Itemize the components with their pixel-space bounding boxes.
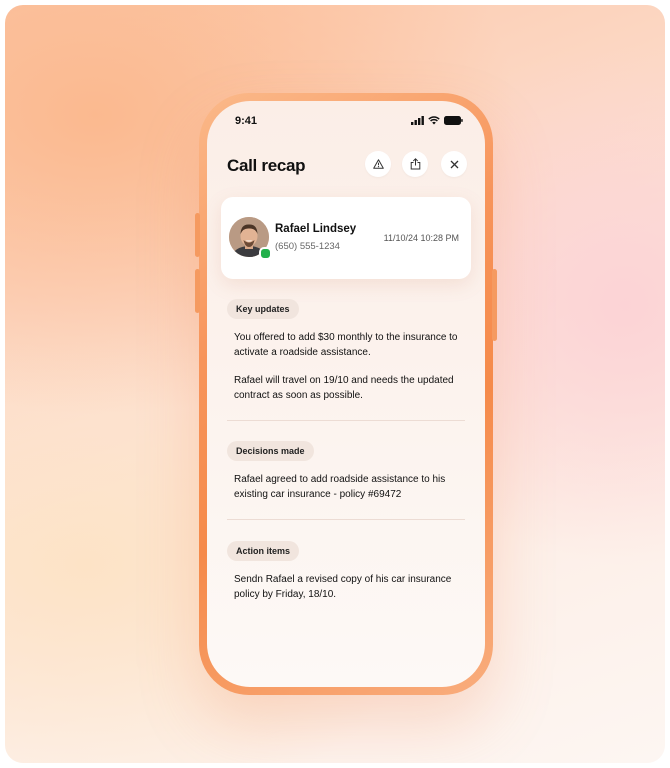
divider <box>227 420 465 421</box>
share-icon <box>410 158 420 170</box>
section-label-action-items: Action items <box>227 541 300 561</box>
section-text: Sendn Rafael a revised copy of his car i… <box>234 574 452 600</box>
status-icons <box>411 116 463 125</box>
battery-icon <box>444 116 463 125</box>
status-time: 9:41 <box>235 115 258 127</box>
contact-phone: (650) 555-1234 <box>275 241 340 252</box>
contact-card[interactable]: Rafael Lindsey (650) 555-1234 11/10/24 1… <box>221 197 471 279</box>
contact-name: Rafael Lindsey <box>275 223 357 235</box>
phone-screen: 9:41 Call recap Rafael Lindsey (650) 555… <box>207 101 485 687</box>
close-button[interactable] <box>441 151 467 177</box>
online-status-dot <box>259 247 272 260</box>
divider <box>227 519 465 520</box>
close-icon <box>450 160 458 168</box>
page-title: Call recap <box>227 156 306 175</box>
section-text: Rafael will travel on 19/10 and needs th… <box>234 375 454 401</box>
wifi-icon <box>428 116 440 125</box>
phone-frame: 9:41 Call recap Rafael Lindsey (650) 555… <box>195 93 497 695</box>
section-text: Rafael agreed to add roadside assistance… <box>234 474 446 500</box>
section-label-key-updates: Key updates <box>227 299 299 319</box>
share-button[interactable] <box>402 151 428 177</box>
section-label-decisions-made: Decisions made <box>227 441 314 461</box>
call-datetime: 11/10/24 10:28 PM <box>383 233 459 243</box>
phone-side-button <box>195 213 200 257</box>
report-button[interactable] <box>365 151 391 177</box>
signal-icon <box>411 116 424 125</box>
phone-power-button <box>492 269 497 341</box>
warning-icon <box>372 159 384 169</box>
phone-side-button <box>195 269 200 313</box>
section-text: You offered to add $30 monthly to the in… <box>234 332 458 358</box>
status-bar: 9:41 <box>207 101 485 137</box>
background-canvas: 9:41 Call recap Rafael Lindsey (650) 555… <box>5 5 665 763</box>
